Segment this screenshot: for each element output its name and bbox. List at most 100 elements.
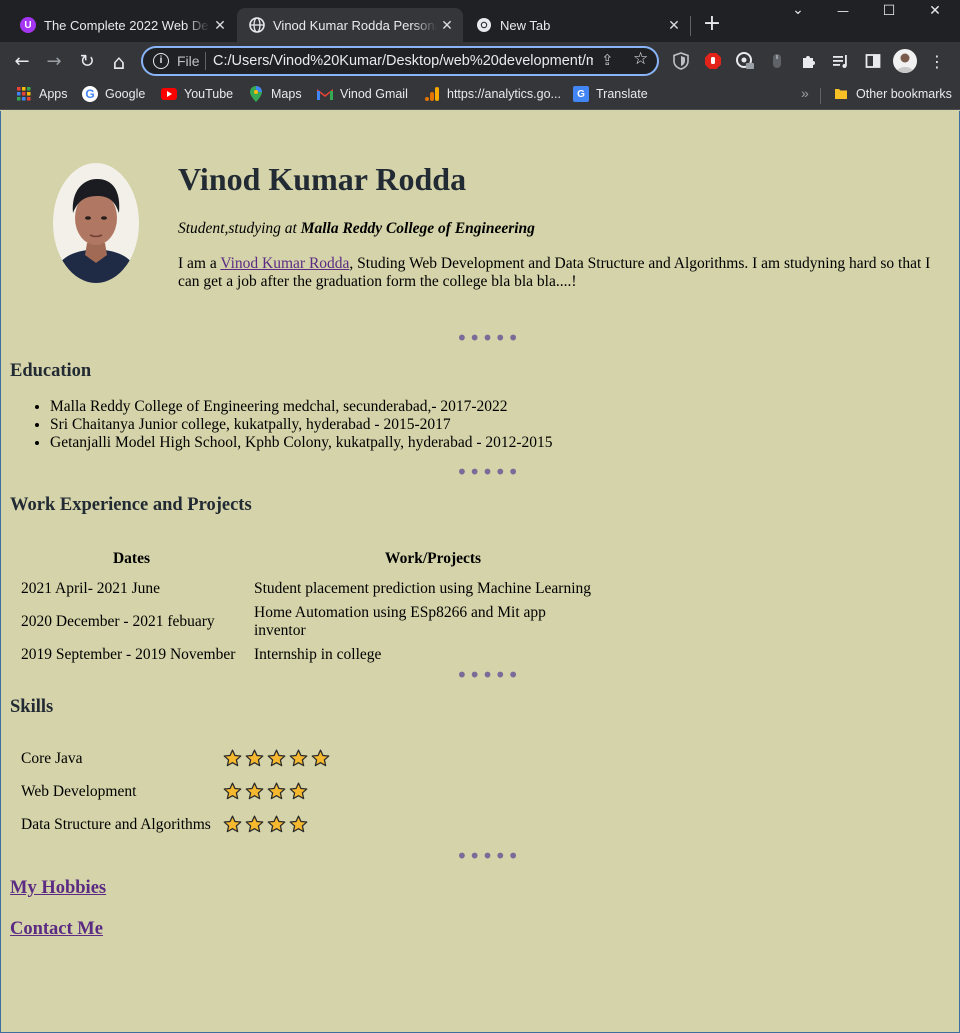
bookmark-apps[interactable]: Apps <box>16 86 68 102</box>
reload-button[interactable]: ↻ <box>75 50 99 74</box>
puzzle-extensions-icon[interactable] <box>799 51 819 71</box>
address-bar[interactable]: i File C:/Users/Vinod%20Kumar/Desktop/we… <box>141 46 659 76</box>
bookmark-google[interactable]: G Google <box>82 86 145 102</box>
bookmark-star-icon[interactable]: ☆ <box>633 49 648 69</box>
browser-toolbar: ← → ↻ ⌂ i File C:/Users/Vinod%20Kumar/De… <box>0 42 960 80</box>
skill-name: Core Java <box>21 749 83 767</box>
new-tab-button[interactable]: + <box>700 12 724 36</box>
bookmark-translate[interactable]: G Translate <box>573 86 648 102</box>
tab-title: New Tab <box>500 17 551 33</box>
bookmark-youtube[interactable]: YouTube <box>161 86 233 102</box>
tab-close-icon[interactable]: ✕ <box>664 17 684 34</box>
star-icon <box>267 782 286 800</box>
profile-photo <box>53 163 139 283</box>
google-icon: G <box>82 86 98 102</box>
maximize-button[interactable]: ☐ <box>866 3 912 19</box>
tab-strip: U The Complete 2022 Web Devel ✕ Vinod Ku… <box>0 0 960 42</box>
address-separator <box>205 52 206 70</box>
tab-personal-site[interactable]: Vinod Kumar Rodda Personal s ✕ <box>237 8 463 42</box>
table-row: 2019 September - 2019 November Internshi… <box>21 640 612 670</box>
bookmark-vinod-gmail[interactable]: Vinod Gmail <box>317 86 408 102</box>
forward-button[interactable]: → <box>42 50 66 74</box>
my-hobbies-link[interactable]: My Hobbies <box>10 878 106 899</box>
tab-close-icon[interactable]: ✕ <box>437 17 457 34</box>
section-divider: ••••• <box>456 326 520 350</box>
side-panel-icon[interactable] <box>863 51 883 71</box>
back-button[interactable]: ← <box>10 50 34 74</box>
skill-row: Data Structure and Algorithms <box>21 808 345 841</box>
tab-new-tab[interactable]: New Tab ✕ <box>464 8 690 42</box>
mouse-extension-icon[interactable] <box>767 51 787 71</box>
section-divider: ••••• <box>456 844 520 868</box>
apps-grid-icon <box>16 86 32 102</box>
globe-icon <box>249 17 265 33</box>
home-button[interactable]: ⌂ <box>107 50 131 74</box>
column-header: Work/Projects <box>384 550 482 567</box>
bookmark-label: Google <box>105 87 146 101</box>
bookmark-other-bookmarks[interactable]: Other bookmarks <box>833 86 952 102</box>
bookmark-analytics[interactable]: https://analytics.go... <box>424 86 561 102</box>
list-item: Getanjalli Model High School, Kphb Colon… <box>50 434 553 452</box>
tab-title: The Complete 2022 Web Devel <box>44 17 210 33</box>
bookmark-label: Translate <box>596 87 648 101</box>
adblock-extension-icon[interactable] <box>703 51 723 71</box>
bookmark-label: Other bookmarks <box>856 87 952 101</box>
table-cell: Home Automation using ESp8266 and Mit ap… <box>254 604 546 639</box>
star-icon <box>223 815 242 833</box>
share-icon[interactable]: ⇪ <box>601 51 614 69</box>
translate-icon: G <box>573 86 589 102</box>
shield-extension-icon[interactable] <box>671 51 691 71</box>
bookmark-label: Maps <box>271 87 302 101</box>
profile-name: Vinod Kumar Rodda <box>178 161 467 197</box>
star-icon <box>245 749 264 767</box>
window-close-button[interactable]: ✕ <box>912 3 958 19</box>
list-item: Malla Reddy College of Engineering medch… <box>50 398 553 416</box>
section-divider: ••••• <box>456 663 520 687</box>
column-header: Dates <box>112 550 151 567</box>
table-cell: Internship in college <box>254 646 382 663</box>
star-icon <box>289 815 308 833</box>
education-heading: Education <box>10 361 92 381</box>
bio-name-link[interactable]: Vinod Kumar Rodda <box>220 255 349 272</box>
bookmark-label: YouTube <box>184 87 234 101</box>
education-list: Malla Reddy College of Engineering medch… <box>50 398 553 452</box>
menu-kebab-icon[interactable]: ⋮ <box>927 51 947 71</box>
table-cell: 2021 April- 2021 June <box>21 580 161 597</box>
table-row: 2020 December - 2021 febuary Home Automa… <box>21 604 612 640</box>
udemy-icon: U <box>20 17 36 33</box>
bookmark-maps[interactable]: Maps <box>248 86 302 102</box>
subtitle-prefix: Student,studying at <box>178 220 301 237</box>
bookmarks-bar: Apps G Google YouTube Maps Vinod Gmail h… <box>0 80 960 110</box>
skills-heading: Skills <box>10 697 54 717</box>
table-cell: Student placement prediction using Machi… <box>254 580 592 597</box>
profile-subtitle: Student,studying at Malla Reddy College … <box>178 220 535 238</box>
star-icon <box>245 782 264 800</box>
tab-close-icon[interactable]: ✕ <box>210 17 230 34</box>
college-name: Malla Reddy College of Engineering <box>300 220 535 237</box>
skill-rating <box>223 742 345 775</box>
url-text[interactable]: C:/Users/Vinod%20Kumar/Desktop/web%20dev… <box>213 53 593 69</box>
star-icon <box>223 749 242 767</box>
bookmarks-overflow-chevron[interactable]: » <box>801 85 809 101</box>
table-cell: 2020 December - 2021 febuary <box>21 613 215 630</box>
chrome-icon <box>476 17 492 33</box>
tab-web-dev-course[interactable]: U The Complete 2022 Web Devel ✕ <box>8 8 236 42</box>
skill-row: Core Java <box>21 742 345 775</box>
profile-avatar-icon[interactable] <box>893 49 917 73</box>
contact-me-link[interactable]: Contact Me <box>10 919 103 940</box>
youtube-icon <box>161 86 177 102</box>
skill-row: Web Development <box>21 775 345 808</box>
bookmark-label: Vinod Gmail <box>340 87 408 101</box>
tab-search-icon[interactable]: ⌄ <box>775 2 821 18</box>
bookmark-label: Apps <box>39 87 68 101</box>
minimize-button[interactable]: — <box>820 4 866 18</box>
extension-badge-icon[interactable] <box>735 51 755 71</box>
profile-bio: I am a Vinod Kumar Rodda, Studing Web De… <box>178 255 938 291</box>
media-control-icon[interactable] <box>831 51 851 71</box>
star-icon <box>289 782 308 800</box>
star-icon <box>223 782 242 800</box>
work-heading: Work Experience and Projects <box>10 495 252 515</box>
scheme-label: File <box>177 53 200 69</box>
bookmarks-separator <box>820 88 821 104</box>
info-icon[interactable]: i <box>153 53 169 69</box>
